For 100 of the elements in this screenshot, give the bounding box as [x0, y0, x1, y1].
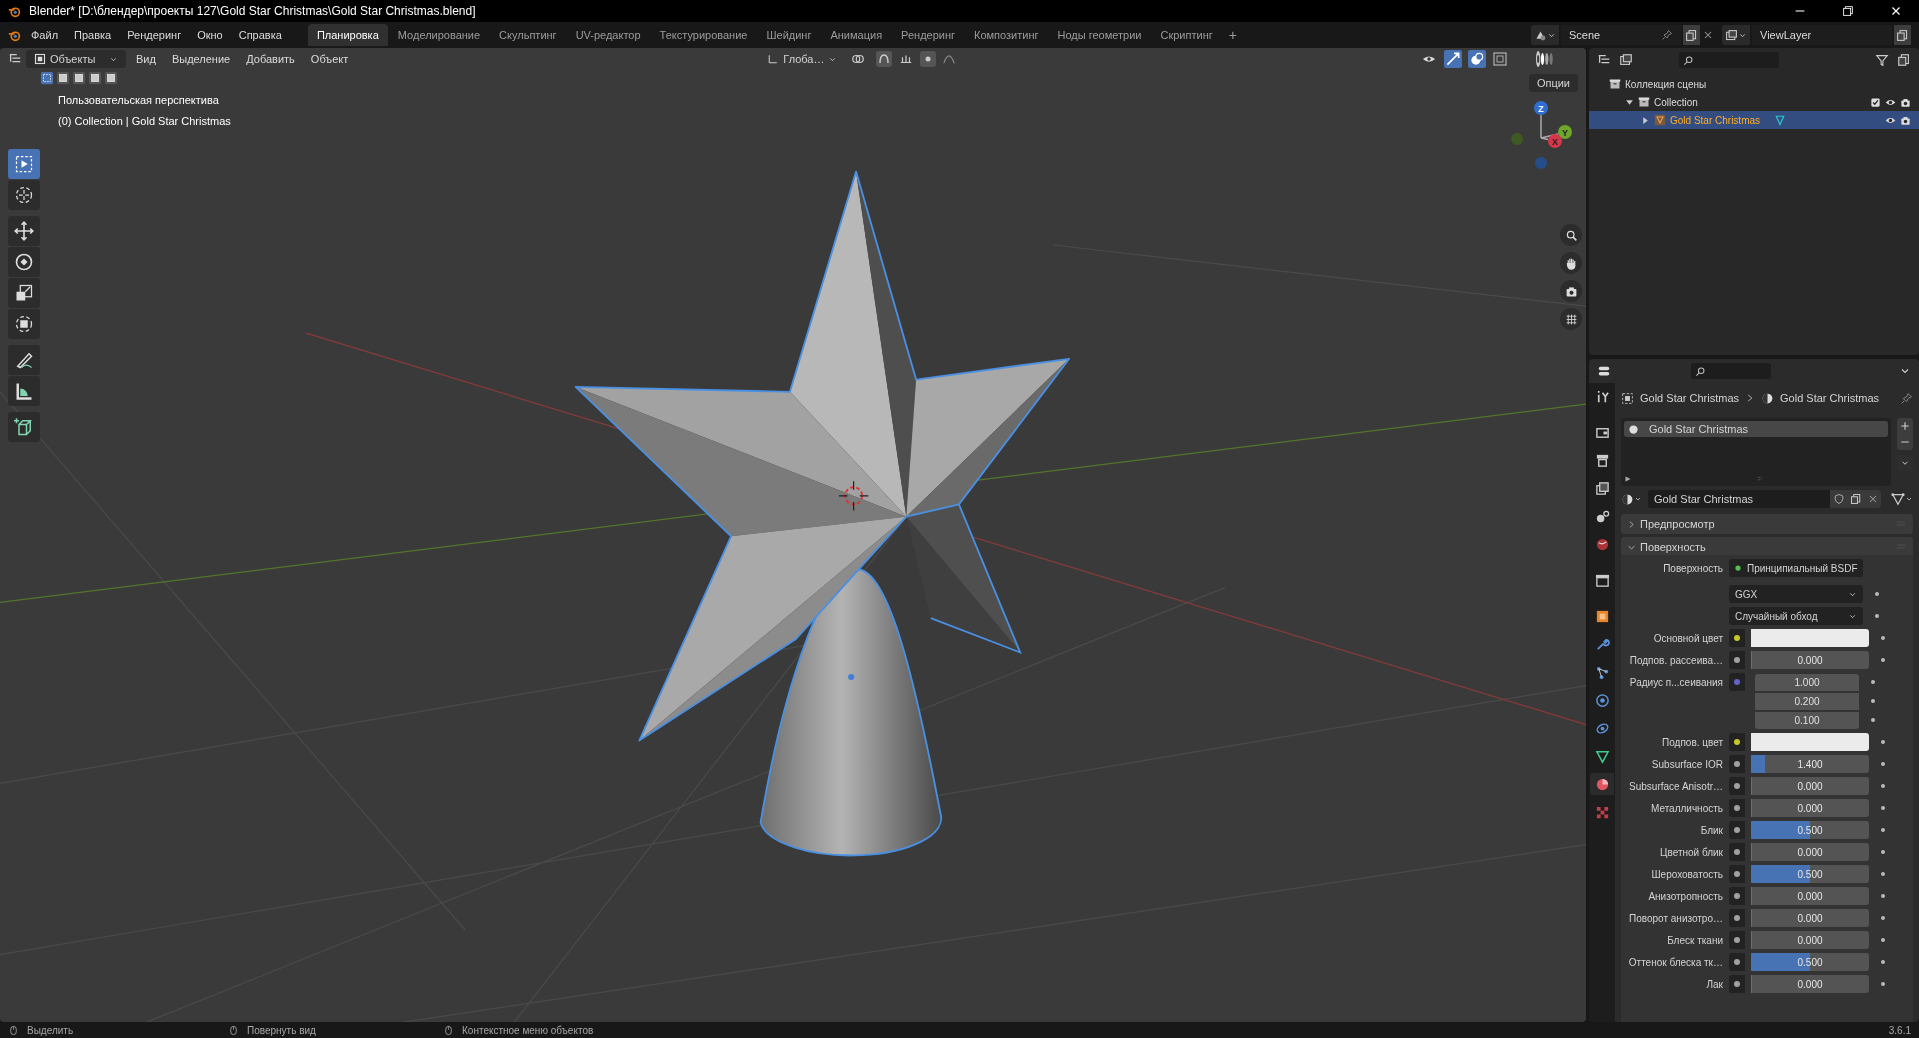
render-icon[interactable]	[1900, 114, 1911, 126]
axis-handle[interactable]	[1511, 133, 1523, 145]
breadcrumb-item[interactable]: Gold Star Christmas	[1640, 389, 1740, 407]
expanded-arrow-icon[interactable]	[1625, 97, 1634, 107]
shader-selector[interactable]: Принципиальный BSDF	[1729, 559, 1863, 577]
link-dropdown[interactable]	[1891, 492, 1913, 506]
dropdown[interactable]: GGX	[1729, 585, 1863, 603]
color-swatch[interactable]	[1751, 629, 1869, 647]
slider-field[interactable]: 0.500	[1751, 865, 1869, 883]
panel-header[interactable]: Поверхность	[1621, 537, 1913, 557]
navigation-button[interactable]	[1560, 252, 1582, 274]
slider-field[interactable]: 0.000	[1751, 799, 1869, 817]
pin-icon[interactable]	[1900, 391, 1913, 405]
slider-field[interactable]: 1.400	[1751, 755, 1869, 773]
menu-item[interactable]: Вид	[130, 50, 162, 68]
tool-button[interactable]	[8, 247, 40, 277]
color-swatch[interactable]	[1751, 733, 1869, 751]
number-field[interactable]: 0.100	[1755, 711, 1859, 729]
blender-menu-icon[interactable]	[8, 28, 21, 42]
slider-field[interactable]: 0.000	[1751, 975, 1869, 993]
slider-field[interactable]: 0.000	[1751, 931, 1869, 949]
falloff-icon[interactable]	[941, 52, 958, 66]
menu-item[interactable]: Окно	[191, 25, 229, 45]
workspace-tab[interactable]: Рендеринг	[892, 24, 965, 46]
menu-item[interactable]: Справка	[232, 25, 288, 45]
menu-item[interactable]: Рендеринг	[121, 25, 188, 45]
tool-button[interactable]	[8, 216, 40, 246]
material-slot[interactable]: Gold Star Christmas	[1624, 421, 1888, 437]
pin-icon[interactable]	[1661, 29, 1673, 41]
menu-item[interactable]: Добавить	[240, 50, 301, 68]
mode-dropdown[interactable]: Объекты	[26, 50, 126, 68]
workspace-tab[interactable]: Шейдинг	[757, 24, 821, 46]
view-layer-dropdown[interactable]	[1722, 25, 1750, 45]
restore-icon[interactable]	[1841, 4, 1855, 18]
slider-field[interactable]: 0.000	[1751, 887, 1869, 905]
overlay-toggle-icon[interactable]	[1468, 50, 1486, 68]
dropdown[interactable]: Случайный обход	[1729, 607, 1863, 625]
add-workspace-button[interactable]: +	[1222, 24, 1243, 46]
slider-field[interactable]: 0.000	[1751, 909, 1869, 927]
search-field[interactable]	[1691, 363, 1771, 379]
options-button[interactable]: Опции	[1528, 74, 1578, 92]
menu-item[interactable]: Файл	[25, 25, 65, 45]
selection-mode-icon[interactable]	[88, 71, 102, 85]
duplicate-button[interactable]	[1847, 490, 1864, 508]
scene-dropdown[interactable]	[1531, 25, 1559, 45]
selection-mode-icon[interactable]	[56, 71, 70, 85]
filter-icon[interactable]	[1875, 53, 1889, 67]
workspace-tab[interactable]: Моделирование	[388, 24, 490, 46]
workspace-tab[interactable]: Анимация	[821, 24, 892, 46]
filter-mode-icon[interactable]	[1619, 53, 1633, 67]
unlink-button[interactable]	[1864, 490, 1881, 508]
expand-arrow-icon[interactable]	[1624, 475, 1632, 483]
navigation-button[interactable]	[1560, 224, 1582, 246]
selection-mode-icon[interactable]	[104, 71, 118, 85]
tool-button[interactable]	[8, 180, 40, 210]
workspace-tab[interactable]: Планировка	[307, 24, 388, 46]
editor-type-icon[interactable]	[1597, 364, 1611, 378]
orientation-dropdown[interactable]: Глоба…	[763, 50, 842, 68]
workspace-tab[interactable]: Ноды геометрии	[1048, 24, 1151, 46]
navigation-button[interactable]	[1560, 308, 1582, 330]
selection-mode-icon[interactable]	[72, 71, 86, 85]
axis-handle[interactable]: Z	[1534, 101, 1548, 115]
number-field[interactable]: 1.000	[1755, 673, 1859, 691]
workspace-tab[interactable]: Композитинг	[965, 24, 1048, 46]
new-scene-button[interactable]	[1683, 25, 1700, 45]
slider-field[interactable]: 0.500	[1751, 953, 1869, 971]
material-browse-button[interactable]	[1621, 492, 1642, 506]
outliner-row[interactable]: Collection	[1589, 93, 1919, 111]
workspace-tab[interactable]: Текстурирование	[650, 24, 757, 46]
navigation-button[interactable]	[1560, 280, 1582, 302]
workspace-tab[interactable]: Скриптинг	[1151, 24, 1222, 46]
gizmo-toggle-icon[interactable]	[1444, 50, 1462, 68]
menu-item[interactable]: Выделение	[165, 50, 237, 68]
properties-tab[interactable]	[1590, 773, 1614, 795]
axis-handle[interactable]: X	[1548, 134, 1562, 148]
new-view-layer-button[interactable]	[1894, 25, 1911, 45]
fake-user-button[interactable]	[1830, 490, 1847, 508]
new-collection-icon[interactable]	[1897, 53, 1911, 67]
slider-field[interactable]: 0.000	[1751, 777, 1869, 795]
mesh-data-icon[interactable]	[1774, 114, 1787, 126]
outliner-row[interactable]: Gold Star Christmas	[1589, 111, 1919, 129]
slider-field[interactable]: 0.000	[1751, 651, 1869, 669]
axis-handle[interactable]: Y	[1558, 125, 1572, 139]
tool-button[interactable]	[8, 412, 40, 442]
slider-field[interactable]: 0.500	[1751, 821, 1869, 839]
tool-button[interactable]	[8, 278, 40, 308]
proportional-edit-icon[interactable]	[919, 51, 938, 67]
xray-icon[interactable]	[1492, 51, 1508, 67]
number-field[interactable]: 0.200	[1755, 692, 1859, 710]
breadcrumb-item[interactable]: Gold Star Christmas	[1780, 389, 1880, 407]
tool-button[interactable]	[8, 376, 40, 406]
collapsed-arrow-icon[interactable]	[1641, 115, 1650, 125]
scene-field[interactable]: Scene	[1561, 25, 1681, 45]
search-field[interactable]	[1679, 52, 1779, 68]
selection-mode-icon[interactable]	[40, 71, 54, 85]
tool-button[interactable]	[8, 309, 40, 339]
snap-icon[interactable]	[875, 51, 894, 67]
view-layer-field[interactable]: ViewLayer	[1752, 25, 1892, 45]
outliner-row[interactable]: Коллекция сцены	[1589, 75, 1919, 93]
slider-field[interactable]: 0.000	[1751, 843, 1869, 861]
